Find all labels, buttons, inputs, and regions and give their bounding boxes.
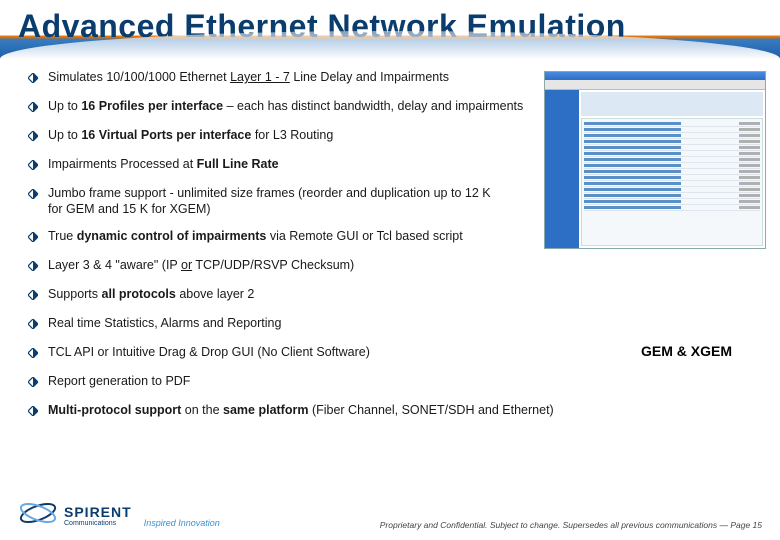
slide-header: Advanced Ethernet Network Emulation xyxy=(0,0,780,59)
bullet-text: Layer 3 & 4 "aware" (IP or TCP/UDP/RSVP … xyxy=(48,257,354,274)
bullet-item: Report generation to PDF xyxy=(28,373,752,392)
bullet-item: Multi-protocol support on the same platf… xyxy=(28,402,752,421)
bullet-item: Layer 3 & 4 "aware" (IP or TCP/UDP/RSVP … xyxy=(28,257,752,276)
bullet-text: Simulates 10/100/1000 Ethernet Layer 1 -… xyxy=(48,69,449,86)
app-screenshot-thumbnail xyxy=(544,71,766,249)
bullet-text: Impairments Processed at Full Line Rate xyxy=(48,156,279,173)
company-logo: SPIRENT Communications xyxy=(18,497,132,534)
diamond-bullet-icon xyxy=(28,404,42,421)
bullet-item: Supports all protocols above layer 2 xyxy=(28,286,752,305)
slide-content: Simulates 10/100/1000 Ethernet Layer 1 -… xyxy=(0,59,780,420)
bullet-text: Up to 16 Profiles per interface – each h… xyxy=(48,98,523,115)
diamond-bullet-icon xyxy=(28,158,42,175)
diamond-bullet-icon xyxy=(28,375,42,392)
bullet-text: Multi-protocol support on the same platf… xyxy=(48,402,554,419)
diamond-bullet-icon xyxy=(28,288,42,305)
diamond-bullet-icon xyxy=(28,259,42,276)
bullet-text: Real time Statistics, Alarms and Reporti… xyxy=(48,315,281,332)
bullet-text: Up to 16 Virtual Ports per interface for… xyxy=(48,127,333,144)
logo-name: SPIRENT xyxy=(64,504,132,520)
bullet-text: True dynamic control of impairments via … xyxy=(48,228,463,245)
logo-tagline: Inspired Innovation xyxy=(144,518,220,528)
bullet-text: Supports all protocols above layer 2 xyxy=(48,286,254,303)
slide-footer: SPIRENT Communications Inspired Innovati… xyxy=(0,484,780,540)
spirent-logo-icon xyxy=(18,497,58,534)
diamond-bullet-icon xyxy=(28,71,42,88)
diamond-bullet-icon xyxy=(28,129,42,146)
diamond-bullet-icon xyxy=(28,317,42,334)
diamond-bullet-icon xyxy=(28,100,42,117)
diamond-bullet-icon xyxy=(28,346,42,363)
bullet-text: TCL API or Intuitive Drag & Drop GUI (No… xyxy=(48,344,370,361)
diamond-bullet-icon xyxy=(28,230,42,247)
bullet-text: Jumbo frame support - unlimited size fra… xyxy=(48,185,508,219)
bullet-text: Report generation to PDF xyxy=(48,373,190,390)
screenshot-caption: GEM & XGEM xyxy=(641,343,732,359)
logo-subtext: Communications xyxy=(64,520,132,527)
bullet-item: Real time Statistics, Alarms and Reporti… xyxy=(28,315,752,334)
diamond-bullet-icon xyxy=(28,187,42,204)
footer-disclaimer: Proprietary and Confidential. Subject to… xyxy=(380,520,762,530)
